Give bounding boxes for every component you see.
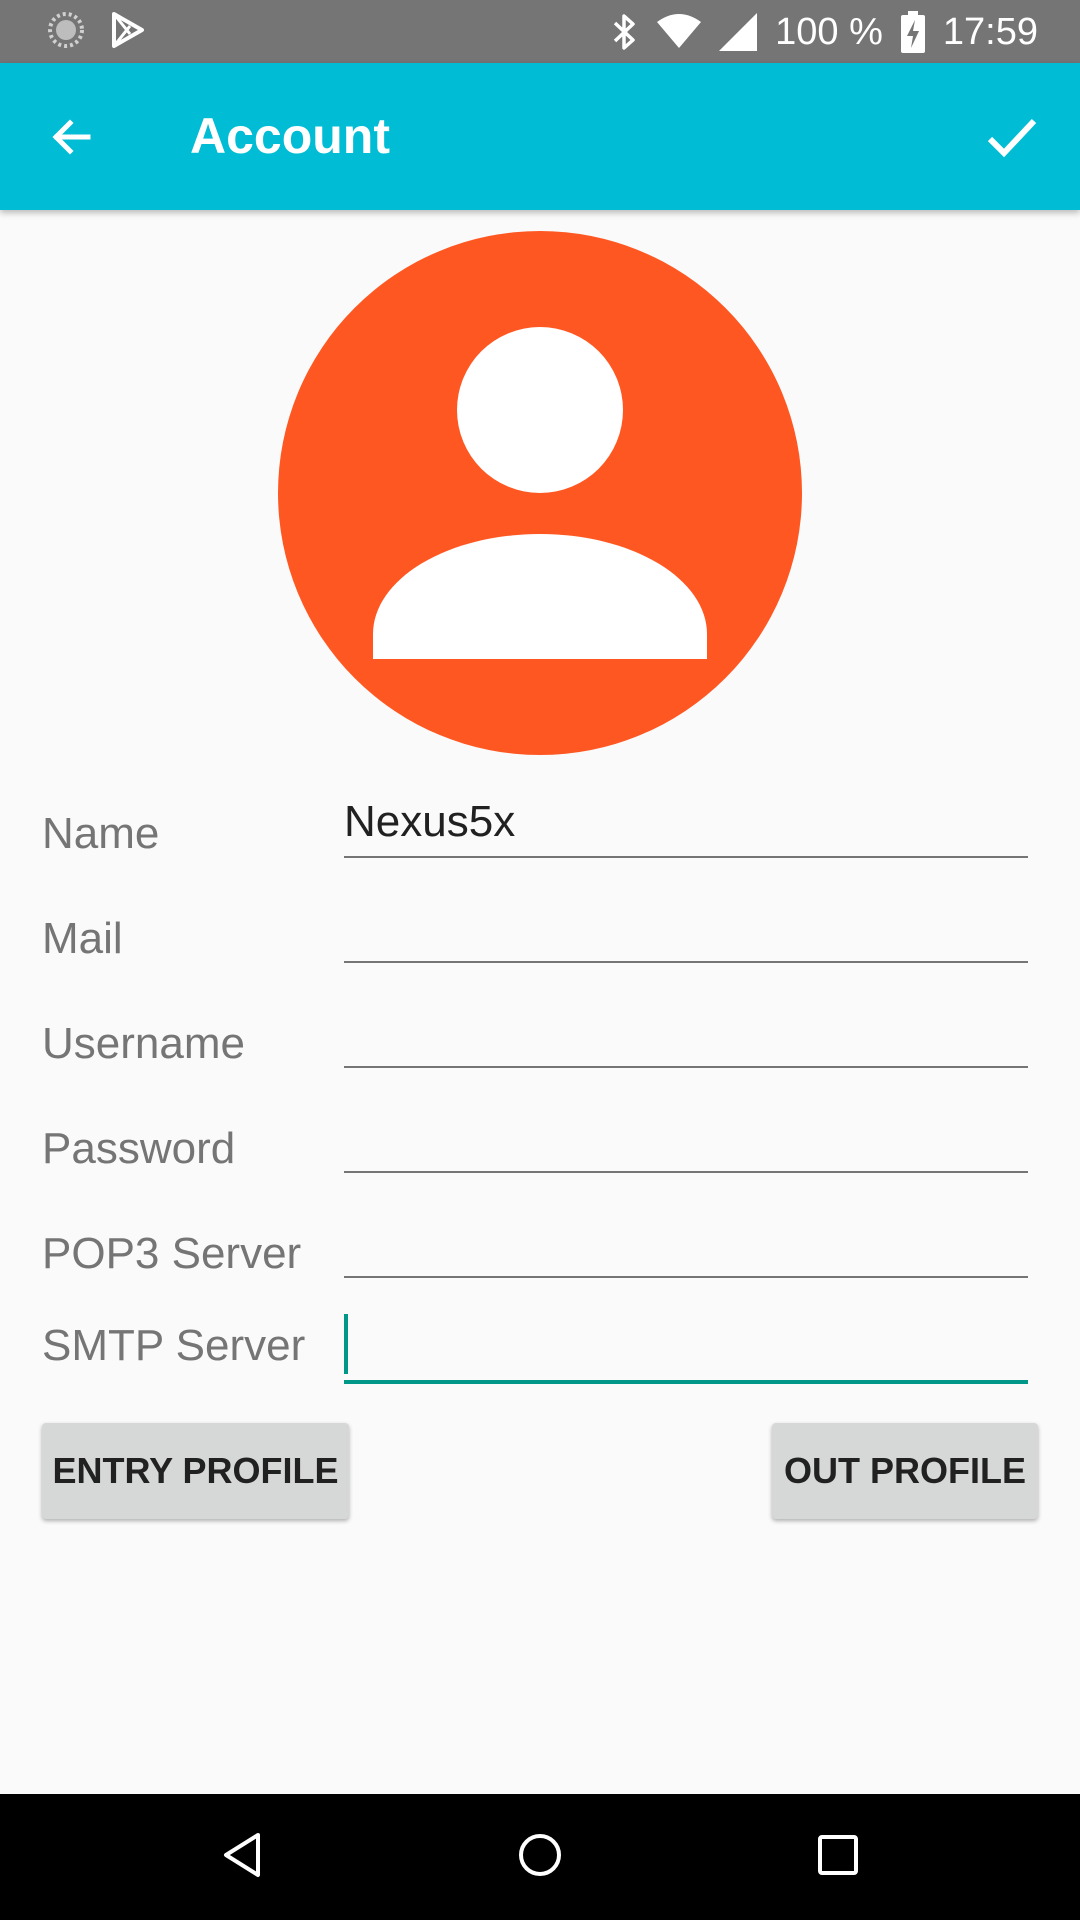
form-row-password: Password bbox=[0, 1115, 1080, 1215]
form-row-mail: Mail bbox=[0, 905, 1080, 1005]
mail-field[interactable] bbox=[344, 901, 1028, 963]
nav-back-button[interactable] bbox=[202, 1817, 282, 1897]
wifi-icon bbox=[657, 13, 702, 50]
sync-icon bbox=[46, 10, 86, 50]
battery-percent: 100 % bbox=[775, 10, 883, 53]
page-title: Account bbox=[190, 108, 390, 164]
form-row-username: Username bbox=[0, 1010, 1080, 1110]
username-label: Username bbox=[42, 1019, 245, 1068]
form-row-pop3-server: POP3 Server bbox=[0, 1220, 1080, 1320]
confirm-button[interactable] bbox=[974, 101, 1050, 177]
navigation-bar bbox=[0, 1794, 1080, 1920]
pop3-server-label: POP3 Server bbox=[42, 1229, 302, 1278]
nav-recents-square-icon bbox=[816, 1833, 860, 1882]
form-row-smtp-server: SMTP Server bbox=[0, 1312, 1080, 1412]
smtp-server-field[interactable] bbox=[344, 1308, 1028, 1384]
username-field[interactable] bbox=[344, 1006, 1028, 1068]
mail-label: Mail bbox=[42, 914, 123, 963]
text-cursor bbox=[344, 1314, 348, 1374]
pop3-server-field[interactable] bbox=[344, 1216, 1028, 1278]
bluetooth-icon bbox=[611, 12, 639, 52]
nav-home-button[interactable] bbox=[500, 1817, 580, 1897]
person-icon-head bbox=[457, 327, 623, 493]
status-bar-left bbox=[46, 10, 148, 50]
nav-back-triangle-icon bbox=[220, 1831, 264, 1884]
entry-profile-button[interactable]: ENTRY PROFILE bbox=[42, 1423, 349, 1519]
status-bar-right: 100 % 17:59 bbox=[611, 0, 1038, 63]
battery-charging-icon bbox=[900, 10, 925, 53]
name-field-value: Nexus5x bbox=[344, 797, 516, 846]
password-field[interactable] bbox=[344, 1111, 1028, 1173]
password-label: Password bbox=[42, 1124, 236, 1173]
smtp-server-label: SMTP Server bbox=[42, 1321, 306, 1370]
name-field[interactable]: Nexus5x bbox=[344, 796, 1028, 858]
status-bar: 100 % 17:59 bbox=[0, 0, 1080, 63]
person-icon-body bbox=[373, 534, 707, 659]
app-bar: Account bbox=[0, 63, 1080, 210]
clock: 17:59 bbox=[942, 10, 1038, 53]
nav-home-circle-icon bbox=[516, 1831, 564, 1884]
name-label: Name bbox=[42, 809, 160, 858]
avatar[interactable] bbox=[278, 231, 802, 755]
back-button[interactable] bbox=[36, 103, 108, 175]
check-icon bbox=[986, 111, 1038, 168]
signal-icon bbox=[719, 12, 758, 51]
nav-recents-button[interactable] bbox=[798, 1817, 878, 1897]
play-store-icon bbox=[108, 10, 148, 50]
arrow-back-icon bbox=[48, 113, 96, 166]
out-profile-button[interactable]: OUT PROFILE bbox=[772, 1423, 1038, 1519]
form-row-name: Name Nexus5x bbox=[0, 800, 1080, 900]
screen: 100 % 17:59 Account Name Nexus5x Mail Us… bbox=[0, 0, 1080, 1920]
